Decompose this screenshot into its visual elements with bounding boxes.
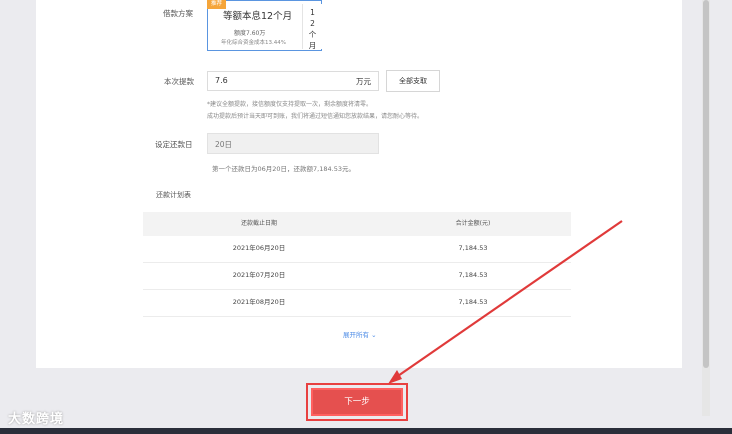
arrow-head xyxy=(388,370,402,384)
arrow-shaft xyxy=(394,220,623,379)
taskbar xyxy=(0,428,732,434)
annotation-arrow xyxy=(388,220,623,384)
watermark: 大数跨境 xyxy=(8,412,65,427)
